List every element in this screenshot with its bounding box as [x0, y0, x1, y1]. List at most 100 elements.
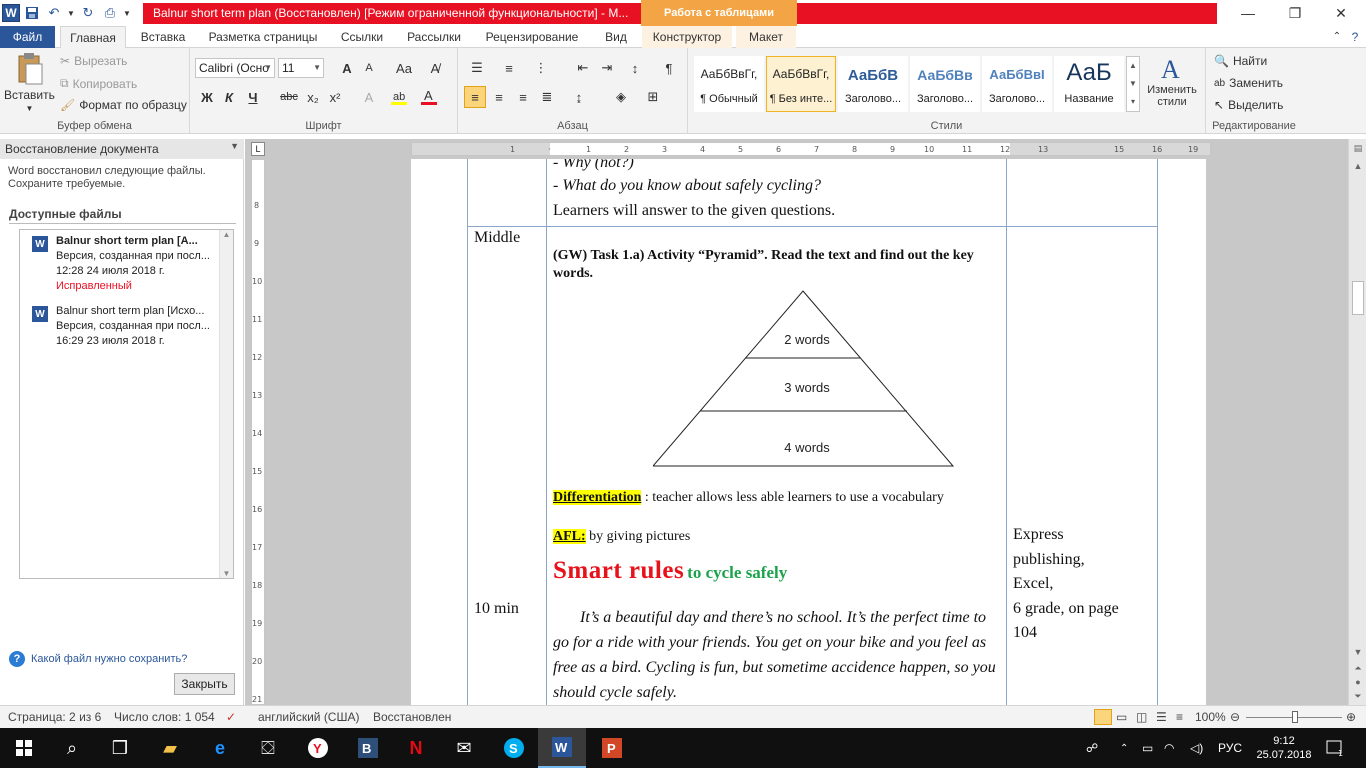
tab-home[interactable]: Главная: [60, 26, 126, 49]
align-left-icon[interactable]: ≡: [464, 86, 486, 108]
tab-references[interactable]: Ссылки: [332, 26, 392, 48]
print-layout-icon[interactable]: [1094, 709, 1112, 725]
skype-icon[interactable]: S: [490, 728, 538, 768]
replace-button[interactable]: ab Заменить: [1214, 76, 1283, 90]
search-icon[interactable]: ⌕: [48, 728, 96, 768]
tab-selector[interactable]: L: [251, 142, 265, 156]
language[interactable]: английский (США): [258, 710, 359, 724]
superscript-button[interactable]: x²: [324, 86, 346, 108]
start-icon[interactable]: [0, 728, 48, 768]
word-logo-icon[interactable]: W: [2, 4, 20, 22]
recovered-file-item[interactable]: W Balnur short term plan [Исхо... Версия…: [20, 302, 218, 350]
select-button[interactable]: ↖ Выделить: [1214, 98, 1283, 112]
previous-page-icon[interactable]: ⏶: [1349, 663, 1366, 674]
vertical-scrollbar[interactable]: ▤ ▲ ▼ ⏶ ● ⏷: [1348, 139, 1366, 705]
font-color-icon[interactable]: A: [418, 86, 440, 108]
minimize-ribbon-icon[interactable]: ⌃: [1330, 26, 1344, 48]
shrink-font-button[interactable]: A: [358, 57, 380, 79]
tab-layout[interactable]: Макет: [736, 26, 796, 48]
full-screen-reading-icon[interactable]: ▭: [1116, 710, 1127, 724]
tab-review[interactable]: Рецензирование: [476, 26, 588, 48]
tab-design[interactable]: Конструктор: [642, 26, 732, 48]
decrease-indent-icon[interactable]: ⇤: [572, 57, 594, 79]
styles-scroll[interactable]: ▲ ▼ ▾: [1126, 56, 1140, 112]
recovered-file-item[interactable]: W Balnur short term plan [A... Версия, с…: [20, 232, 218, 296]
show-marks-icon[interactable]: ¶: [658, 57, 680, 79]
style-normal[interactable]: АаБбВвГг, ¶ Обычный: [694, 56, 764, 112]
browse-object-icon[interactable]: ●: [1349, 677, 1366, 687]
netflix-icon[interactable]: N: [392, 728, 440, 768]
restore-icon[interactable]: ❐: [1272, 0, 1318, 26]
justify-icon[interactable]: ≣: [536, 86, 558, 108]
text-effects-icon[interactable]: A: [358, 86, 380, 108]
page-count[interactable]: Страница: 2 из 6: [8, 710, 101, 724]
powerpoint-icon[interactable]: P: [588, 728, 636, 768]
word-taskbar-icon[interactable]: W: [538, 728, 586, 768]
document-page[interactable]: - Why (not?) - What do you know about sa…: [411, 159, 1206, 705]
clear-formatting-icon[interactable]: A̸: [424, 57, 446, 79]
task-view-icon[interactable]: ❒: [96, 728, 144, 768]
help-icon[interactable]: ?: [1348, 26, 1362, 48]
zoom-level[interactable]: 100%: [1195, 710, 1226, 724]
show-hidden-icons[interactable]: ⌃: [1120, 728, 1128, 768]
align-right-icon[interactable]: ≡: [512, 86, 534, 108]
style-no-spacing[interactable]: АаБбВвГг, ¶ Без инте...: [766, 56, 836, 112]
proofing-icon[interactable]: ✓: [226, 710, 236, 724]
save-icon[interactable]: [22, 2, 42, 24]
undo-dropdown-icon[interactable]: ▼: [66, 2, 76, 24]
paste-button[interactable]: Вставить ▼: [4, 52, 55, 113]
network-icon[interactable]: ▭: [1142, 728, 1153, 768]
next-page-icon[interactable]: ⏷: [1349, 691, 1366, 702]
close-pane-button[interactable]: Закрыть: [174, 673, 235, 695]
copy-button[interactable]: ⧉ Копировать: [60, 76, 137, 91]
increase-indent-icon[interactable]: ⇥: [596, 57, 618, 79]
redo-icon[interactable]: ↻: [78, 2, 98, 24]
style-heading-3[interactable]: АаБбВвI Заголово...: [982, 56, 1052, 112]
tab-view[interactable]: Вид: [594, 26, 638, 48]
underline-button[interactable]: Ч: [242, 86, 264, 108]
file-list-scrollbar[interactable]: ▲ ▼: [219, 230, 233, 578]
format-painter-button[interactable]: 🖌 Формат по образцу: [60, 98, 187, 112]
scroll-up-icon[interactable]: ▲: [220, 230, 233, 239]
volume-icon[interactable]: ◁): [1190, 728, 1203, 768]
grow-font-button[interactable]: A: [336, 57, 358, 79]
zoom-in-icon[interactable]: ⊕: [1346, 710, 1356, 724]
scroll-thumb[interactable]: [1352, 281, 1364, 315]
undo-icon[interactable]: ↶: [44, 2, 64, 24]
italic-button[interactable]: К: [218, 86, 240, 108]
change-case-button[interactable]: Aa: [390, 57, 418, 79]
file-explorer-icon[interactable]: ▰: [146, 728, 194, 768]
clock[interactable]: 9:12 25.07.2018: [1256, 728, 1312, 768]
borders-icon[interactable]: ⊞: [642, 86, 664, 108]
bullets-icon[interactable]: ☰: [466, 57, 488, 79]
cut-button[interactable]: ✂ Вырезать: [60, 54, 127, 68]
ruler-toggle-icon[interactable]: ▤: [1349, 143, 1366, 154]
shading-icon[interactable]: ◈: [610, 86, 632, 108]
browser-b-icon[interactable]: B: [344, 728, 392, 768]
style-title[interactable]: АаБ Название: [1054, 56, 1124, 112]
wifi-icon[interactable]: ◠: [1164, 728, 1174, 768]
style-heading-1[interactable]: АаБбВ Заголово...: [838, 56, 908, 112]
help-link[interactable]: ? Какой файл нужно сохранить?: [9, 651, 187, 667]
line-spacing-icon[interactable]: ↨: [568, 86, 590, 108]
style-heading-2[interactable]: АаБбВв Заголово...: [910, 56, 980, 112]
font-name-combo[interactable]: Calibri (Осно ▼: [195, 58, 275, 78]
tab-file[interactable]: Файл: [0, 26, 55, 48]
pane-menu-icon[interactable]: ▼: [230, 141, 239, 151]
web-layout-icon[interactable]: ◫: [1136, 710, 1147, 724]
horizontal-ruler[interactable]: 1 · 1 2 3 4 5 6 7 8 9 10 11 12 13 15 16 19: [411, 142, 1211, 156]
draft-icon[interactable]: ≡: [1176, 710, 1183, 724]
tab-mailings[interactable]: Рассылки: [398, 26, 470, 48]
store-icon[interactable]: ⛋: [244, 728, 292, 768]
numbering-icon[interactable]: ≡: [498, 57, 520, 79]
close-window-icon[interactable]: ✕: [1318, 0, 1364, 26]
print-preview-icon[interactable]: ⎙: [100, 2, 120, 24]
outline-icon[interactable]: ☰: [1156, 710, 1167, 724]
minimize-icon[interactable]: —: [1225, 0, 1271, 26]
tab-page-layout[interactable]: Разметка страницы: [200, 26, 326, 48]
highlight-icon[interactable]: ab: [388, 86, 410, 108]
people-icon[interactable]: ☍: [1086, 728, 1098, 768]
action-center-icon[interactable]: 1: [1326, 728, 1344, 768]
edge-icon[interactable]: e: [196, 728, 244, 768]
scroll-down-icon[interactable]: ▼: [220, 569, 233, 578]
